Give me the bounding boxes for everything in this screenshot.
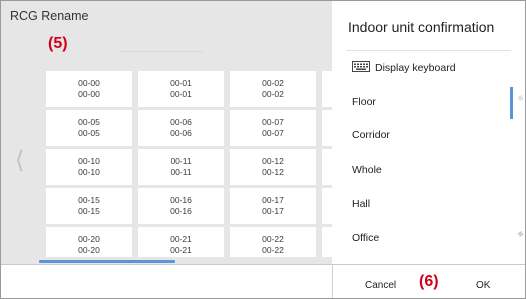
option-whole[interactable]: Whole — [352, 164, 382, 176]
unit-cell-name: 00-02 — [262, 89, 284, 99]
unit-cell-code: 00-10 — [78, 156, 100, 166]
unit-grid: 00-0000-0000-0100-0100-0200-0200-0300-03… — [46, 71, 332, 257]
step-callout-5: (5) — [48, 35, 68, 52]
unit-cell[interactable]: 00-05 00-05 — [46, 110, 132, 146]
unit-cell[interactable]: 00-1800-18 — [322, 188, 332, 224]
scroll-up-icon[interactable]: ≡ — [516, 92, 525, 103]
scroll-down-icon[interactable]: ≡ — [516, 228, 525, 239]
unit-cell-code: 00-11 — [170, 156, 192, 166]
option-office[interactable]: Office — [352, 232, 379, 244]
unit-cell-name: 00-11 — [170, 167, 192, 177]
unit-cell-code: 00-17 — [262, 195, 284, 205]
unit-cell-name: 00-06 — [170, 128, 192, 138]
unit-cell[interactable]: 00-02 00-02 — [230, 71, 316, 107]
unit-cell-name: 00-15 — [78, 206, 100, 216]
unit-cell-name: 00-07 — [262, 128, 284, 138]
option-corridor[interactable]: Corridor — [352, 129, 390, 141]
unit-cell[interactable]: 00-22 00-22 — [230, 227, 316, 257]
unit-cell-code: 00-00 — [78, 78, 100, 88]
unit-cell[interactable]: 00-00 00-00 — [46, 71, 132, 107]
unit-cell-name: 00-05 — [78, 128, 100, 138]
indoor-unit-dialog: Indoor unit confirmation Display keyboar… — [332, 1, 525, 264]
app-frame: RCG Rename (5) ⟨ 00-00 00-00 00-01 00-01 00-… — [0, 0, 526, 299]
horizontal-scrollbar[interactable] — [39, 260, 175, 263]
unit-cell[interactable]: 00-12 00-12 — [230, 149, 316, 185]
unit-cell-name: 00-17 — [262, 206, 284, 216]
step-callout-6: (6) — [419, 273, 439, 290]
cancel-button[interactable]: Cancel — [365, 280, 396, 291]
unit-cell-name: 00-01 — [170, 89, 192, 99]
footer-separator — [332, 264, 333, 298]
keyboard-icon — [352, 61, 370, 75]
unit-cell-name: 00-21 — [170, 245, 192, 255]
unit-cell-name: 00-22 — [262, 245, 284, 255]
unit-cell-code: 00-15 — [78, 195, 100, 205]
unit-cell[interactable]: 00-16 00-16 — [138, 188, 224, 224]
unit-cell-name: 00-00 — [78, 89, 100, 99]
dialog-divider — [346, 50, 511, 51]
unit-cell[interactable]: 00-01 00-01 — [138, 71, 224, 107]
unit-cell-code: 00-22 — [262, 234, 284, 244]
unit-cell-name: 00-20 — [78, 245, 100, 255]
unit-cell[interactable]: 00-10 00-10 — [46, 149, 132, 185]
chevron-left-icon[interactable]: ⟨ — [15, 149, 24, 173]
ok-button[interactable]: OK — [476, 280, 490, 291]
unit-cell[interactable]: 00-1300-13 — [322, 149, 332, 185]
unit-cell-code: 00-21 — [170, 234, 192, 244]
unit-cell-name: 00-10 — [78, 167, 100, 177]
display-keyboard-button[interactable]: Display keyboard — [352, 61, 456, 75]
option-floor[interactable]: Floor — [352, 96, 376, 108]
dialog-title: Indoor unit confirmation — [348, 19, 495, 35]
selection-indicator — [510, 87, 513, 119]
unit-cell-name: 00-12 — [262, 167, 284, 177]
rcg-rename-panel: RCG Rename (5) ⟨ 00-00 00-00 00-01 00-01 00-… — [1, 1, 332, 264]
unit-cell[interactable]: 00-0800-08 — [322, 110, 332, 146]
option-hall[interactable]: Hall — [352, 198, 370, 210]
unit-cell[interactable]: 00-0300-03 — [322, 71, 332, 107]
unit-cell-code: 00-05 — [78, 117, 100, 127]
unit-cell-code: 00-20 — [78, 234, 100, 244]
panel-title: RCG Rename — [10, 9, 89, 23]
unit-cell-code: 00-02 — [262, 78, 284, 88]
unit-cell-code: 00-16 — [170, 195, 192, 205]
unit-cell[interactable]: 00-17 00-17 — [230, 188, 316, 224]
unit-cell[interactable]: 00-11 00-11 — [138, 149, 224, 185]
unit-cell-name: 00-16 — [170, 206, 192, 216]
unit-cell-code: 00-12 — [262, 156, 284, 166]
display-keyboard-label: Display keyboard — [375, 62, 456, 74]
unit-cell[interactable]: 00-06 00-06 — [138, 110, 224, 146]
divider — [119, 51, 203, 52]
unit-cell[interactable]: 00-2300-23 — [322, 227, 332, 257]
unit-cell[interactable]: 00-21 00-21 — [138, 227, 224, 257]
unit-cell-code: 00-06 — [170, 117, 192, 127]
unit-cell[interactable]: 00-15 00-15 — [46, 188, 132, 224]
footer-bar — [1, 264, 525, 298]
unit-cell-code: 00-01 — [170, 78, 192, 88]
unit-cell[interactable]: 00-20 00-20 — [46, 227, 132, 257]
unit-cell-code: 00-07 — [262, 117, 284, 127]
unit-cell[interactable]: 00-07 00-07 — [230, 110, 316, 146]
